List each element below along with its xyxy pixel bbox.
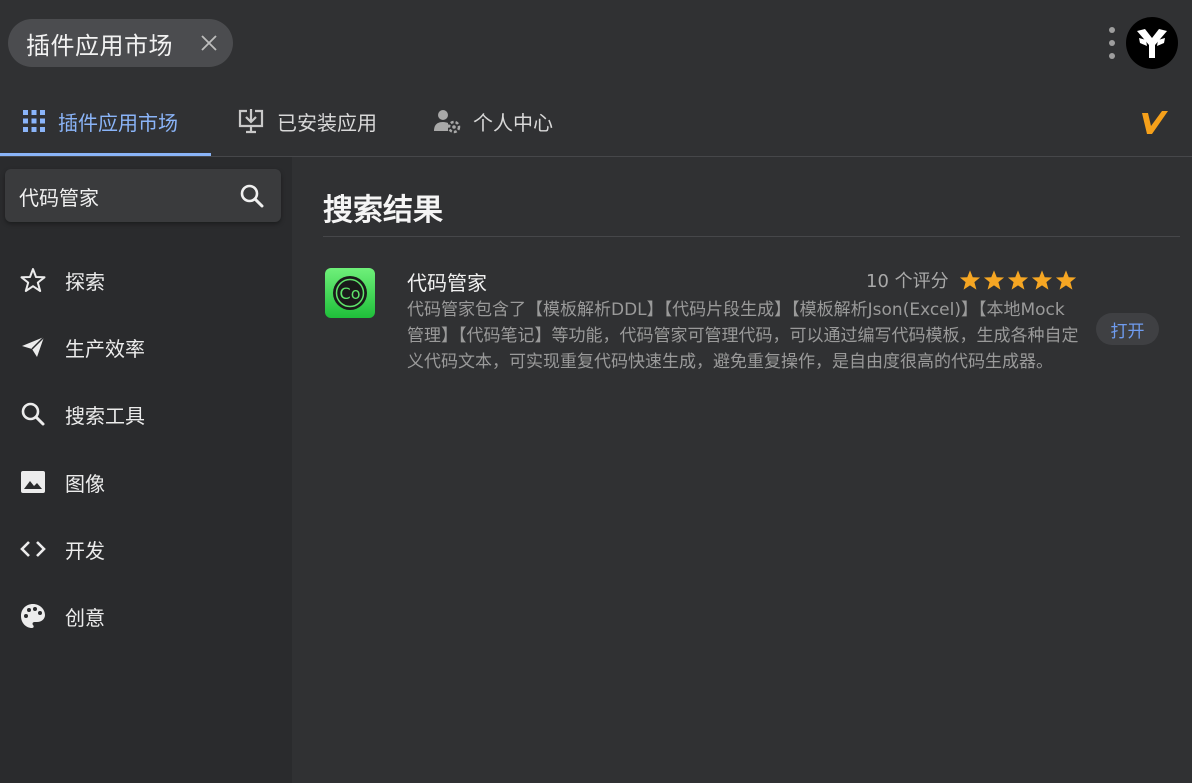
- sidebar-item-image[interactable]: 图像: [0, 454, 292, 510]
- divider: [323, 236, 1180, 237]
- app-name[interactable]: 代码管家: [407, 267, 487, 296]
- sidebar-item-search-tools[interactable]: 搜索工具: [0, 386, 292, 442]
- grid-icon: [23, 110, 45, 132]
- star-icon: [1007, 270, 1028, 290]
- star-icon: [983, 270, 1004, 290]
- star-icon: [1031, 270, 1052, 290]
- sidebar-item-develop[interactable]: 开发: [0, 521, 292, 577]
- sidebar-item-label: 开发: [65, 538, 105, 563]
- more-vert-icon[interactable]: [1105, 26, 1119, 60]
- page-title: 搜索结果: [323, 193, 443, 228]
- sidebar-item-explore[interactable]: 探索: [0, 252, 292, 308]
- image-icon: [21, 471, 45, 493]
- sidebar-item-label: 图像: [65, 471, 105, 496]
- palette-icon: [21, 604, 45, 628]
- star-outline-icon: [20, 268, 46, 292]
- sidebar-item-creative[interactable]: 创意: [0, 588, 292, 644]
- close-icon[interactable]: [199, 33, 219, 53]
- rating: 10 个评分: [866, 267, 1079, 293]
- app-logo-icon[interactable]: [1125, 16, 1179, 70]
- star-rating: [959, 269, 1079, 291]
- tab-plugin-market[interactable]: 插件应用市场: [22, 86, 178, 156]
- search-box[interactable]: [5, 169, 281, 222]
- app-description: 代码管家包含了【模板解析DDL】【代码片段生成】【模板解析Json(Excel)…: [407, 300, 1079, 372]
- app-icon-text: Co: [340, 284, 361, 303]
- star-icon: [1055, 270, 1076, 290]
- open-button[interactable]: 打开: [1096, 313, 1159, 345]
- app-icon: Co: [325, 268, 375, 318]
- plugin-tag[interactable]: 插件应用市场: [8, 19, 233, 67]
- rating-count: 10 个评分: [866, 271, 949, 292]
- search-input[interactable]: [19, 182, 219, 210]
- download-monitor-icon: [238, 109, 264, 134]
- search-icon: [21, 402, 45, 426]
- tab-label: 个人中心: [473, 110, 553, 135]
- plugin-tag-label: 插件应用市场: [26, 31, 173, 60]
- tab-installed[interactable]: 已安装应用: [237, 86, 377, 156]
- sidebar-item-label: 探索: [65, 269, 105, 294]
- main-content: 搜索结果 Co 代码管家 10 个评分 代码管家包含了【模板解析DDL】【代码片…: [292, 157, 1192, 783]
- sidebar-item-productivity[interactable]: 生产效率: [0, 319, 292, 375]
- search-icon[interactable]: [239, 183, 265, 209]
- brand-v-icon[interactable]: [1140, 108, 1170, 136]
- tab-label: 插件应用市场: [58, 110, 178, 135]
- send-icon: [22, 336, 45, 357]
- sidebar-item-label: 搜索工具: [65, 403, 145, 428]
- active-tab-indicator: [0, 153, 211, 156]
- top-bar: 插件应用市场: [0, 0, 1192, 86]
- star-icon: [959, 270, 980, 290]
- tab-label: 已安装应用: [277, 110, 377, 135]
- sidebar-item-label: 创意: [65, 605, 105, 630]
- sidebar-item-label: 生产效率: [65, 336, 145, 361]
- tab-bar: 插件应用市场 已安装应用 个人中心: [0, 86, 1192, 157]
- list-item[interactable]: Co 代码管家 10 个评分 代码管家包含了【模板解析DDL】【代码片段生成】【…: [323, 257, 1180, 397]
- sidebar: 探索 生产效率 搜索工具 图像: [0, 157, 292, 783]
- tab-profile[interactable]: 个人中心: [433, 86, 553, 156]
- code-icon: [20, 541, 46, 557]
- app-window: 插件应用市场 插件应用市场 已安装应用 个人中心 代码管家 探索 生产效率 搜索…: [0, 0, 1192, 783]
- user-settings-icon: [434, 110, 461, 134]
